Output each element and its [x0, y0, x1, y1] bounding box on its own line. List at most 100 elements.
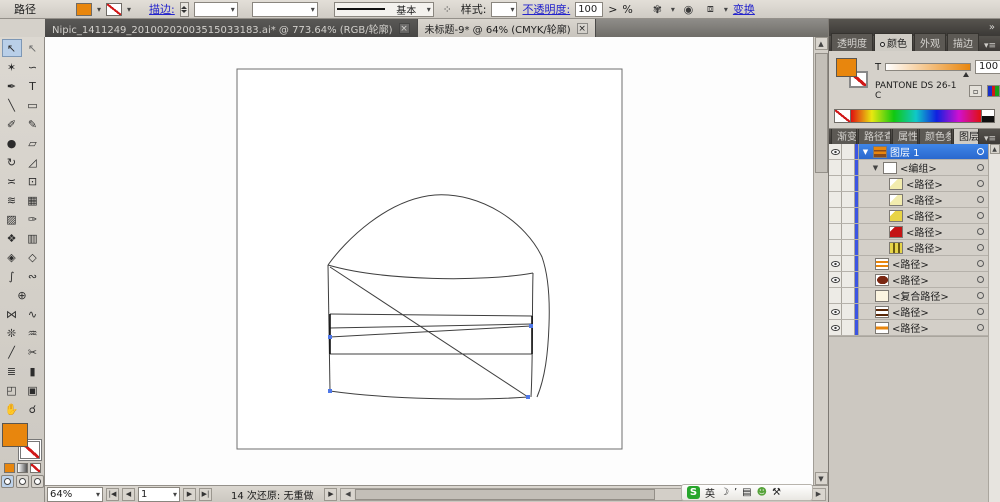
transform-link[interactable]: 变换	[733, 1, 755, 17]
tool-paintbrush[interactable]: ✐	[2, 115, 22, 133]
lock-toggle[interactable]	[842, 320, 855, 335]
tool-width[interactable]: ≍	[2, 172, 22, 190]
tool-lasso[interactable]: ∽	[23, 58, 43, 76]
spectrum-ramp[interactable]	[851, 110, 981, 122]
tool-pen[interactable]: ✒	[2, 77, 22, 95]
layer-name[interactable]: <路径>	[892, 256, 929, 271]
visibility-toggle[interactable]	[829, 224, 842, 239]
layer-name[interactable]: <路径>	[892, 304, 929, 319]
layer-name[interactable]: <路径>	[906, 240, 943, 255]
tool-wrinkle[interactable]: ∿	[23, 305, 43, 323]
layer-row-path[interactable]: <路径>	[829, 208, 1000, 224]
graphic-style-icon[interactable]: ⁘	[439, 2, 456, 17]
tool-pencil[interactable]: ✎	[23, 115, 43, 133]
tool-mesh[interactable]: ▦	[23, 191, 43, 209]
color-spectrum-bar[interactable]	[834, 109, 995, 123]
target-circle[interactable]	[977, 212, 984, 219]
layer-row-compound-path[interactable]: <复合路径>	[829, 288, 1000, 304]
stroke-panel-link[interactable]: 描边:	[149, 1, 175, 17]
lock-toggle[interactable]	[842, 272, 855, 287]
next-artboard-icon[interactable]: ▶	[183, 488, 196, 501]
layer-row-path[interactable]: <路径>	[829, 256, 1000, 272]
ime-settings-icon[interactable]: ⚒	[772, 487, 781, 498]
stroke-color-swatch[interactable]	[106, 3, 122, 16]
lock-toggle[interactable]	[842, 144, 855, 159]
layer-row-path[interactable]: <路径>	[829, 320, 1000, 336]
layer-row-path[interactable]: <路径>	[829, 224, 1000, 240]
target-circle[interactable]	[977, 244, 984, 251]
last-artboard-icon[interactable]: ▶|	[199, 488, 212, 501]
tool-blob-brush[interactable]: ●	[2, 134, 22, 152]
tool-symbol-shifter[interactable]: ≣	[2, 362, 22, 380]
target-circle[interactable]	[977, 260, 984, 267]
stroke-dropdown-icon[interactable]: ▾	[127, 5, 131, 14]
tool-gradient[interactable]: ▨	[2, 210, 22, 228]
tool-live-paint-selection[interactable]: ◇	[23, 248, 43, 266]
stroke-weight-stepper[interactable]	[180, 2, 189, 17]
opacity-more-button[interactable]: >	[608, 3, 617, 16]
status-expand-icon[interactable]: ▶	[324, 488, 337, 501]
layer-name[interactable]: <路径>	[906, 208, 943, 223]
ime-keyboard-icon[interactable]: ▤	[742, 487, 751, 498]
style-combo[interactable]: ▾	[491, 2, 517, 17]
expander-icon[interactable]: ▼	[861, 148, 870, 156]
lock-toggle[interactable]	[842, 160, 855, 175]
target-circle[interactable]	[977, 324, 984, 331]
variable-width-combo[interactable]: ▾	[252, 2, 318, 17]
layer-name[interactable]: <路径>	[906, 192, 943, 207]
align-dropdown-icon[interactable]: ▾	[724, 5, 728, 14]
ime-toolbar[interactable]: S 英 ☽ ’ ▤ ☻ ⚒	[681, 484, 813, 501]
opacity-value-box[interactable]: 100	[575, 2, 603, 17]
prev-artboard-icon[interactable]: ◀	[122, 488, 135, 501]
scroll-up-icon[interactable]: ▲	[990, 144, 1000, 154]
layer-name[interactable]: 图层 1	[890, 144, 920, 159]
visibility-toggle[interactable]	[829, 272, 842, 287]
tint-slider-handle[interactable]	[963, 72, 969, 77]
target-circle[interactable]	[977, 308, 984, 315]
lock-toggle[interactable]	[842, 304, 855, 319]
layer-row-path[interactable]: <路径>	[829, 240, 1000, 256]
fill-stroke-proxy[interactable]	[2, 423, 42, 461]
first-artboard-icon[interactable]: |◀	[106, 488, 119, 501]
tool-symbol-sprayer[interactable]: ≋	[2, 191, 22, 209]
tool-rotate[interactable]: ↻	[2, 153, 22, 171]
scroll-left-icon[interactable]: ◀	[341, 489, 354, 500]
ime-language-label[interactable]: 英	[705, 485, 715, 500]
tool-line[interactable]: ╲	[2, 96, 22, 114]
tool-type[interactable]: T	[23, 77, 43, 95]
vertical-scroll-thumb[interactable]	[815, 53, 828, 173]
fill-proxy-swatch[interactable]	[2, 423, 28, 447]
draw-inside-mode-button[interactable]	[31, 475, 44, 488]
collapse-panels-icon[interactable]: »	[989, 22, 995, 33]
visibility-toggle[interactable]	[829, 176, 842, 191]
lock-toggle[interactable]	[842, 288, 855, 303]
anchor-point[interactable]	[328, 335, 332, 339]
artboard-nav-combo[interactable]: 1▾	[138, 487, 180, 502]
lock-toggle[interactable]	[842, 192, 855, 207]
opacity-link[interactable]: 不透明度:	[522, 1, 570, 17]
recolor-dropdown-icon[interactable]: ▾	[671, 5, 675, 14]
target-circle[interactable]	[977, 292, 984, 299]
white-black-swatches[interactable]	[981, 110, 994, 122]
target-circle[interactable]	[977, 228, 984, 235]
apply-color-button[interactable]	[4, 463, 15, 473]
layer-row-path[interactable]: <路径>	[829, 272, 1000, 288]
out-of-gamut-icon[interactable]: ▫	[969, 85, 982, 97]
lock-toggle[interactable]	[842, 176, 855, 191]
apply-none-button[interactable]	[30, 463, 41, 473]
tool-live-paint-bucket[interactable]: ◈	[2, 248, 22, 266]
visibility-toggle[interactable]	[829, 160, 842, 175]
document-tab-nipic[interactable]: Nipic_1411249_20100202003515033183.ai* @…	[45, 19, 418, 37]
fill-dropdown-icon[interactable]: ▾	[97, 5, 101, 14]
visibility-toggle[interactable]	[829, 144, 842, 159]
layer-name[interactable]: <复合路径>	[892, 288, 949, 303]
target-circle[interactable]	[977, 196, 984, 203]
visibility-toggle[interactable]	[829, 256, 842, 271]
anchor-point[interactable]	[526, 395, 530, 399]
ime-fullhalf-icon[interactable]: ☽	[720, 487, 729, 498]
layer-row-path[interactable]: <路径>	[829, 304, 1000, 320]
canvas-area[interactable]	[45, 37, 813, 485]
tool-crystallize[interactable]: ❊	[2, 324, 22, 342]
document-tab-untitled9[interactable]: 未标题-9* @ 64% (CMYK/轮廓) ×	[418, 19, 596, 37]
fill-proxy-swatch[interactable]	[836, 58, 857, 77]
